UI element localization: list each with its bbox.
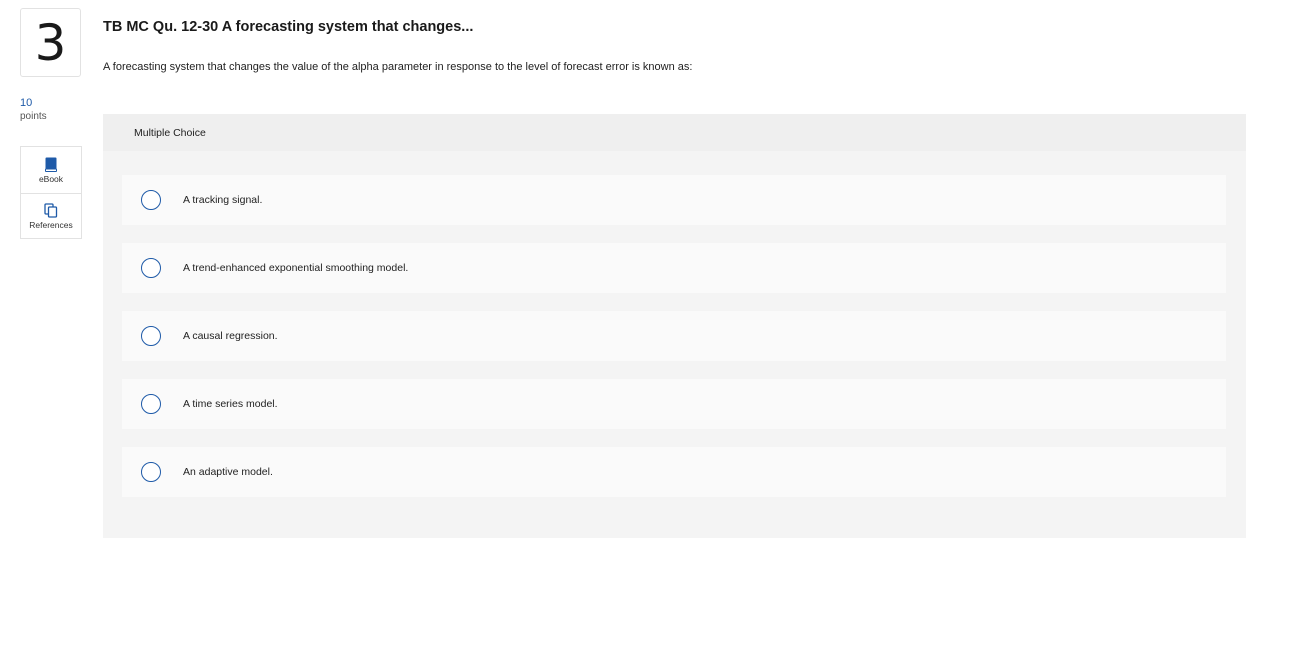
answer-option-3[interactable]: A causal regression. xyxy=(122,311,1226,361)
option-text: A causal regression. xyxy=(183,330,278,342)
copy-icon xyxy=(44,203,58,218)
radio-button[interactable] xyxy=(141,190,161,210)
question-number: 3 xyxy=(20,8,81,77)
answer-option-5[interactable]: An adaptive model. xyxy=(122,447,1226,497)
points-value: 10 xyxy=(20,97,33,109)
points-info: 10 points xyxy=(20,97,47,123)
points-label: points xyxy=(20,111,47,122)
tools-panel: eBook References xyxy=(20,146,82,239)
radio-button[interactable] xyxy=(141,258,161,278)
ebook-button[interactable]: eBook xyxy=(21,147,81,193)
book-icon xyxy=(44,157,58,172)
radio-button[interactable] xyxy=(141,462,161,482)
option-text: A trend-enhanced exponential smoothing m… xyxy=(183,262,409,274)
answer-option-4[interactable]: A time series model. xyxy=(122,379,1226,429)
radio-button[interactable] xyxy=(141,394,161,414)
option-text: An adaptive model. xyxy=(183,466,273,478)
answer-option-1[interactable]: A tracking signal. xyxy=(122,175,1226,225)
question-page: 3 10 points eBook References TB MC Qu. 1… xyxy=(0,0,1295,659)
answer-option-2[interactable]: A trend-enhanced exponential smoothing m… xyxy=(122,243,1226,293)
references-button[interactable]: References xyxy=(21,193,81,239)
option-text: A tracking signal. xyxy=(183,194,263,206)
question-title: TB MC Qu. 12-30 A forecasting system tha… xyxy=(103,19,474,35)
answer-panel: Multiple Choice A tracking signal. A tre… xyxy=(103,114,1246,538)
references-label: References xyxy=(29,220,73,230)
ebook-label: eBook xyxy=(38,173,64,184)
radio-button[interactable] xyxy=(141,326,161,346)
options-list: A tracking signal. A trend-enhanced expo… xyxy=(122,175,1226,515)
option-text: A time series model. xyxy=(183,398,278,410)
question-type-label: Multiple Choice xyxy=(103,114,1246,151)
question-prompt: A forecasting system that changes the va… xyxy=(103,61,693,73)
